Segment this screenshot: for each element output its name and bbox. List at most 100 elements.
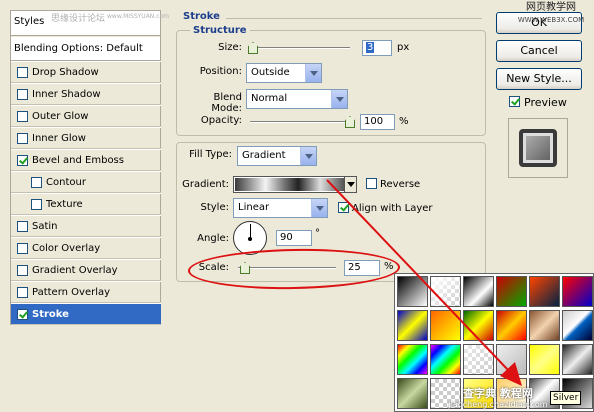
gradient-preset-swatch[interactable]: [397, 276, 428, 307]
sidebar-item-texture[interactable]: Texture: [11, 193, 161, 215]
sidebar-checkbox[interactable]: [17, 89, 28, 100]
sidebar-item-gradient-overlay[interactable]: Gradient Overlay: [11, 259, 161, 281]
new-style-button[interactable]: New Style...: [496, 68, 582, 90]
sidebar-item-label: Texture: [46, 199, 83, 210]
sidebar-item-label: Stroke: [32, 309, 69, 320]
chevron-down-icon: [305, 64, 321, 82]
gradient-preset-swatch[interactable]: [562, 344, 593, 375]
position-select[interactable]: Outside: [246, 63, 322, 83]
sidebar-item-label: Color Overlay: [32, 243, 101, 254]
gradient-preset-swatch[interactable]: [529, 310, 560, 341]
styles-header[interactable]: Styles 思缘设计论坛 www.MISSYUAN.com: [11, 11, 169, 36]
sidebar-checkbox[interactable]: [31, 177, 42, 188]
sidebar-item-label: Inner Shadow: [32, 89, 101, 100]
sidebar-checkbox[interactable]: [17, 221, 28, 232]
style-label: Style:: [200, 202, 230, 213]
blend-mode-select-value: Normal: [251, 93, 288, 104]
preview-thumbnail: [508, 118, 568, 178]
sidebar-item-inner-shadow[interactable]: Inner Shadow: [11, 83, 161, 105]
watermark-left-url: www.MISSYUAN.com: [107, 13, 170, 20]
gradient-preset-swatch[interactable]: [562, 276, 593, 307]
sidebar-checkbox[interactable]: [17, 111, 28, 122]
opacity-slider-track: [250, 121, 350, 123]
sidebar-item-label: Outer Glow: [32, 111, 89, 122]
sidebar-checkbox[interactable]: [17, 67, 28, 78]
sidebar-item-contour[interactable]: Contour: [11, 171, 161, 193]
blend-mode-label: Blend Mode:: [211, 92, 242, 114]
gradient-preset-swatch[interactable]: [562, 310, 593, 341]
triangle-down-icon: [347, 182, 355, 187]
styles-sidebar: Styles 思缘设计论坛 www.MISSYUAN.com Blending …: [10, 10, 169, 325]
sidebar-checkbox[interactable]: [31, 199, 42, 210]
sidebar-item-label: Contour: [46, 177, 86, 188]
gradient-preset-swatch[interactable]: [430, 310, 461, 341]
sidebar-checkbox[interactable]: [17, 133, 28, 144]
cancel-button[interactable]: Cancel: [496, 40, 582, 62]
sidebar-item-pattern-overlay[interactable]: Pattern Overlay: [11, 281, 161, 303]
angle-unit: °: [315, 228, 320, 239]
blend-mode-select[interactable]: Normal: [246, 89, 348, 109]
angle-input-value: 90: [280, 232, 293, 243]
align-with-layer-label: Align with Layer: [352, 203, 433, 214]
size-unit: px: [397, 42, 410, 53]
watermark-bottom-url: jiaocheng.chazidian.com: [448, 400, 548, 409]
gradient-picker[interactable]: [233, 176, 357, 193]
gradient-preset-swatch[interactable]: [430, 276, 461, 307]
sidebar-item-outer-glow[interactable]: Outer Glow: [11, 105, 161, 127]
sidebar-item-label: Bevel and Emboss: [32, 155, 124, 166]
blending-options-item[interactable]: Blending Options: Default: [11, 37, 160, 61]
align-with-layer-checkbox[interactable]: [338, 202, 349, 213]
gradient-preset-swatch[interactable]: [463, 310, 494, 341]
reverse-checkbox[interactable]: [366, 178, 377, 189]
new-style-button-label: New Style...: [506, 72, 572, 85]
chevron-down-icon: [300, 147, 316, 165]
sidebar-checkbox[interactable]: [17, 243, 28, 254]
gradient-preset-swatch[interactable]: [496, 344, 527, 375]
opacity-label: Opacity:: [200, 115, 242, 126]
sidebar-item-satin[interactable]: Satin: [11, 215, 161, 237]
structure-title: Structure: [190, 25, 250, 36]
sidebar-item-stroke[interactable]: Stroke: [11, 303, 161, 325]
sidebar-item-label: Satin: [32, 221, 58, 232]
sidebar-item-drop-shadow[interactable]: Drop Shadow: [11, 61, 161, 83]
sidebar-item-inner-glow[interactable]: Inner Glow: [11, 127, 161, 149]
watermark-top-url: WWW.WEB3X.COM: [517, 16, 585, 24]
gradient-preset-swatch[interactable]: [529, 276, 560, 307]
gradient-preset-swatch[interactable]: [496, 310, 527, 341]
gradient-style-select[interactable]: Linear: [233, 198, 328, 218]
sidebar-item-color-overlay[interactable]: Color Overlay: [11, 237, 161, 259]
angle-input[interactable]: 90: [276, 230, 312, 246]
sidebar-checkbox[interactable]: [17, 309, 28, 320]
watermark-left: 思缘设计论坛: [51, 14, 106, 24]
watermark-bottom-text: 查字典 教程网: [463, 387, 533, 400]
style-list: Drop Shadow Inner Shadow Outer Glow Inner G…: [11, 61, 161, 325]
size-input-value: 3: [366, 42, 375, 53]
sidebar-checkbox[interactable]: [17, 155, 28, 166]
sidebar-item-bevel-and-emboss[interactable]: Bevel and Emboss: [11, 149, 161, 171]
opacity-input[interactable]: 100: [360, 114, 395, 130]
reverse-label: Reverse: [380, 179, 421, 190]
sidebar-checkbox[interactable]: [17, 265, 28, 276]
chevron-down-icon: [311, 199, 327, 217]
position-label: Position:: [199, 66, 242, 77]
opacity-input-value: 100: [364, 116, 384, 127]
gradient-preset-swatch[interactable]: [529, 344, 560, 375]
sidebar-item-label: Pattern Overlay: [32, 287, 111, 298]
size-input[interactable]: 3: [362, 40, 392, 56]
gradient-preset-swatch[interactable]: [430, 344, 461, 375]
gradient-preset-swatch[interactable]: [463, 344, 494, 375]
preview-checkbox[interactable]: [509, 96, 520, 107]
gradient-preset-swatch[interactable]: [463, 276, 494, 307]
stroke-title-rule: [226, 18, 482, 19]
gradient-preset-swatch[interactable]: [397, 310, 428, 341]
gradient-preset-swatch[interactable]: [397, 344, 428, 375]
watermark-bottom: 查字典 教程网 jiaocheng.chazidian.com: [418, 388, 578, 410]
fill-type-select[interactable]: Gradient: [237, 146, 317, 166]
size-slider-track: [250, 47, 350, 49]
styles-header-label: Styles: [14, 16, 45, 27]
gradient-dropdown-arrow[interactable]: [344, 177, 356, 192]
gradient-preset-swatch[interactable]: [496, 276, 527, 307]
sidebar-checkbox[interactable]: [17, 287, 28, 298]
angle-label: Angle:: [197, 233, 229, 244]
position-select-value: Outside: [251, 67, 290, 78]
